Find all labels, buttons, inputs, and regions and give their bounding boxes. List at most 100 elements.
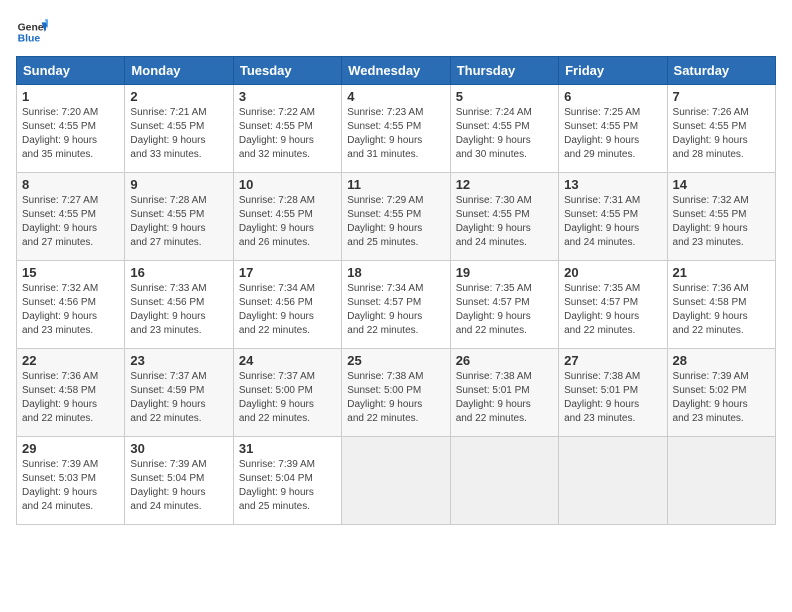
day-info: Sunrise: 7:35 AM Sunset: 4:57 PM Dayligh… [456,282,553,338]
day-header-saturday: Saturday [667,57,775,85]
day-info: Sunrise: 7:34 AM Sunset: 4:57 PM Dayligh… [347,282,444,338]
day-number: 17 [239,265,336,280]
day-number: 26 [456,353,553,368]
day-number: 23 [130,353,227,368]
day-cell-5: 5 Sunrise: 7:24 AM Sunset: 4:55 PM Daylig… [450,85,558,173]
day-cell-30: 30 Sunrise: 7:39 AM Sunset: 5:04 PM Dayli… [125,437,233,525]
day-cell-10: 10 Sunrise: 7:28 AM Sunset: 4:55 PM Dayli… [233,173,341,261]
week-row-3: 15 Sunrise: 7:32 AM Sunset: 4:56 PM Dayli… [17,261,776,349]
logo-icon: General Blue [16,16,48,48]
week-row-2: 8 Sunrise: 7:27 AM Sunset: 4:55 PM Daylig… [17,173,776,261]
day-info: Sunrise: 7:23 AM Sunset: 4:55 PM Dayligh… [347,106,444,162]
day-header-monday: Monday [125,57,233,85]
day-number: 12 [456,177,553,192]
day-number: 18 [347,265,444,280]
day-info: Sunrise: 7:38 AM Sunset: 5:01 PM Dayligh… [564,370,661,426]
day-info: Sunrise: 7:28 AM Sunset: 4:55 PM Dayligh… [239,194,336,250]
day-info: Sunrise: 7:29 AM Sunset: 4:55 PM Dayligh… [347,194,444,250]
page-header: General Blue [16,16,776,48]
day-number: 20 [564,265,661,280]
day-header-sunday: Sunday [17,57,125,85]
day-cell-14: 14 Sunrise: 7:32 AM Sunset: 4:55 PM Dayli… [667,173,775,261]
day-number: 5 [456,89,553,104]
day-info: Sunrise: 7:39 AM Sunset: 5:02 PM Dayligh… [673,370,770,426]
day-cell-4: 4Sunrise: 7:23 AM Sunset: 4:55 PM Daylig… [342,85,450,173]
day-info: Sunrise: 7:32 AM Sunset: 4:56 PM Dayligh… [22,282,119,338]
day-info: Sunrise: 7:22 AM Sunset: 4:55 PM Dayligh… [239,106,336,162]
day-info: Sunrise: 7:37 AM Sunset: 4:59 PM Dayligh… [130,370,227,426]
day-info: Sunrise: 7:36 AM Sunset: 4:58 PM Dayligh… [673,282,770,338]
calendar-table: SundayMondayTuesdayWednesdayThursdayFrid… [16,56,776,525]
day-cell-12: 12 Sunrise: 7:30 AM Sunset: 4:55 PM Dayli… [450,173,558,261]
day-cell-8: 8 Sunrise: 7:27 AM Sunset: 4:55 PM Daylig… [17,173,125,261]
day-number: 2 [130,89,227,104]
day-info: Sunrise: 7:24 AM Sunset: 4:55 PM Dayligh… [456,106,553,162]
day-cell-20: 20Sunrise: 7:35 AM Sunset: 4:57 PM Dayli… [559,261,667,349]
day-number: 30 [130,441,227,456]
day-info: Sunrise: 7:39 AM Sunset: 5:04 PM Dayligh… [130,458,227,514]
day-info: Sunrise: 7:25 AM Sunset: 4:55 PM Dayligh… [564,106,661,162]
empty-cell [342,437,450,525]
day-header-thursday: Thursday [450,57,558,85]
day-cell-6: 6Sunrise: 7:25 AM Sunset: 4:55 PM Daylig… [559,85,667,173]
day-header-wednesday: Wednesday [342,57,450,85]
day-cell-7: 7 Sunrise: 7:26 AM Sunset: 4:55 PM Daylig… [667,85,775,173]
day-number: 27 [564,353,661,368]
day-number: 7 [673,89,770,104]
day-number: 3 [239,89,336,104]
day-number: 22 [22,353,119,368]
day-number: 10 [239,177,336,192]
day-cell-1: 1 Sunrise: 7:20 AM Sunset: 4:55 PM Daylig… [17,85,125,173]
day-info: Sunrise: 7:27 AM Sunset: 4:55 PM Dayligh… [22,194,119,250]
week-row-5: 29Sunrise: 7:39 AM Sunset: 5:03 PM Dayli… [17,437,776,525]
day-number: 1 [22,89,119,104]
svg-text:Blue: Blue [18,34,41,45]
empty-cell [450,437,558,525]
day-info: Sunrise: 7:33 AM Sunset: 4:56 PM Dayligh… [130,282,227,338]
logo: General Blue [16,16,48,48]
empty-cell [559,437,667,525]
day-cell-9: 9 Sunrise: 7:28 AM Sunset: 4:55 PM Daylig… [125,173,233,261]
day-number: 11 [347,177,444,192]
day-info: Sunrise: 7:30 AM Sunset: 4:55 PM Dayligh… [456,194,553,250]
day-cell-19: 19 Sunrise: 7:35 AM Sunset: 4:57 PM Dayli… [450,261,558,349]
day-cell-31: 31Sunrise: 7:39 AM Sunset: 5:04 PM Dayli… [233,437,341,525]
day-cell-26: 26Sunrise: 7:38 AM Sunset: 5:01 PM Dayli… [450,349,558,437]
day-cell-3: 3 Sunrise: 7:22 AM Sunset: 4:55 PM Daylig… [233,85,341,173]
day-number: 19 [456,265,553,280]
day-cell-2: 2Sunrise: 7:21 AM Sunset: 4:55 PM Daylig… [125,85,233,173]
week-row-1: 1 Sunrise: 7:20 AM Sunset: 4:55 PM Daylig… [17,85,776,173]
day-number: 21 [673,265,770,280]
header-row: SundayMondayTuesdayWednesdayThursdayFrid… [17,57,776,85]
day-info: Sunrise: 7:26 AM Sunset: 4:55 PM Dayligh… [673,106,770,162]
day-info: Sunrise: 7:20 AM Sunset: 4:55 PM Dayligh… [22,106,119,162]
day-number: 16 [130,265,227,280]
day-number: 15 [22,265,119,280]
day-info: Sunrise: 7:31 AM Sunset: 4:55 PM Dayligh… [564,194,661,250]
day-number: 31 [239,441,336,456]
day-cell-15: 15 Sunrise: 7:32 AM Sunset: 4:56 PM Dayli… [17,261,125,349]
day-number: 9 [130,177,227,192]
day-cell-16: 16 Sunrise: 7:33 AM Sunset: 4:56 PM Dayli… [125,261,233,349]
day-header-tuesday: Tuesday [233,57,341,85]
day-cell-18: 18 Sunrise: 7:34 AM Sunset: 4:57 PM Dayli… [342,261,450,349]
day-info: Sunrise: 7:38 AM Sunset: 5:00 PM Dayligh… [347,370,444,426]
day-info: Sunrise: 7:39 AM Sunset: 5:03 PM Dayligh… [22,458,119,514]
day-header-friday: Friday [559,57,667,85]
day-info: Sunrise: 7:37 AM Sunset: 5:00 PM Dayligh… [239,370,336,426]
day-number: 14 [673,177,770,192]
day-info: Sunrise: 7:28 AM Sunset: 4:55 PM Dayligh… [130,194,227,250]
day-cell-24: 24 Sunrise: 7:37 AM Sunset: 5:00 PM Dayli… [233,349,341,437]
day-number: 28 [673,353,770,368]
day-cell-21: 21 Sunrise: 7:36 AM Sunset: 4:58 PM Dayli… [667,261,775,349]
day-cell-13: 13Sunrise: 7:31 AM Sunset: 4:55 PM Dayli… [559,173,667,261]
empty-cell [667,437,775,525]
day-number: 8 [22,177,119,192]
week-row-4: 22Sunrise: 7:36 AM Sunset: 4:58 PM Dayli… [17,349,776,437]
day-cell-29: 29Sunrise: 7:39 AM Sunset: 5:03 PM Dayli… [17,437,125,525]
day-info: Sunrise: 7:34 AM Sunset: 4:56 PM Dayligh… [239,282,336,338]
day-info: Sunrise: 7:32 AM Sunset: 4:55 PM Dayligh… [673,194,770,250]
day-number: 25 [347,353,444,368]
day-number: 24 [239,353,336,368]
day-cell-28: 28 Sunrise: 7:39 AM Sunset: 5:02 PM Dayli… [667,349,775,437]
